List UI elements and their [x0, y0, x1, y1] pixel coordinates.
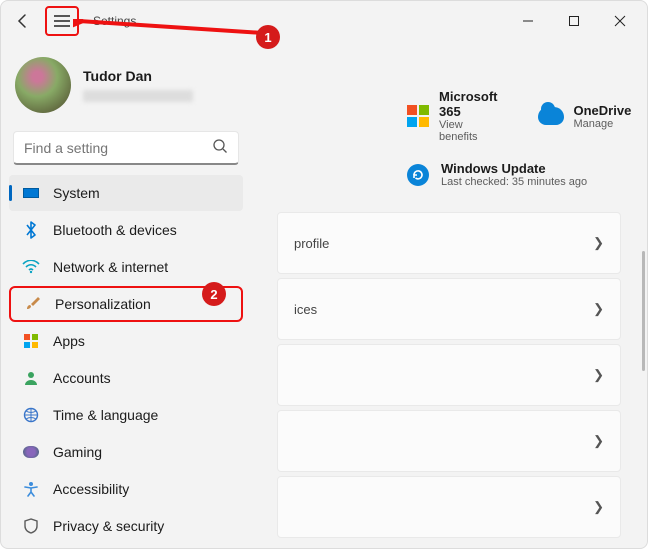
sidebar-item-system[interactable]: System [9, 175, 243, 211]
card-label: profile [294, 236, 329, 251]
sidebar-item-personalization[interactable]: Personalization [9, 286, 243, 322]
close-icon [614, 15, 626, 27]
sidebar-item-bluetooth[interactable]: Bluetooth & devices [9, 212, 243, 248]
close-button[interactable] [597, 5, 643, 37]
minimize-icon [522, 15, 534, 27]
onedrive-icon [538, 103, 564, 129]
tile-title: Windows Update [441, 161, 587, 176]
bluetooth-icon [21, 220, 41, 240]
tile-title: OneDrive [574, 103, 632, 118]
sidebar-item-gaming[interactable]: Gaming [9, 434, 243, 470]
arrow-left-icon [15, 13, 31, 29]
sidebar-item-label: Gaming [53, 444, 102, 460]
window-title: Settings [93, 14, 136, 28]
settings-card[interactable]: ❯ [277, 344, 621, 406]
sidebar-item-label: System [53, 185, 100, 201]
tile-onedrive[interactable]: OneDrive Manage [538, 89, 632, 143]
tile-subtitle: Manage [574, 118, 632, 130]
profile-name: Tudor Dan [83, 68, 193, 84]
settings-cards: profile ❯ ices ❯ ❯ ❯ [277, 212, 621, 538]
maximize-button[interactable] [551, 5, 597, 37]
nav-menu-button[interactable] [45, 6, 79, 36]
profile-email [83, 90, 193, 102]
card-label: ices [294, 302, 317, 317]
main-panel: Microsoft 365 View benefits OneDrive Man… [251, 41, 647, 548]
scrollbar[interactable] [642, 251, 645, 371]
sidebar-item-label: Apps [53, 333, 85, 349]
tile-subtitle: View benefits [439, 119, 502, 143]
search-input[interactable] [24, 140, 212, 156]
content: Tudor Dan System Bluetooth & devices [1, 41, 647, 548]
search-icon [212, 138, 228, 157]
person-icon [21, 368, 41, 388]
globe-icon [21, 405, 41, 425]
tile-windows-update[interactable]: Windows Update Last checked: 35 minutes … [407, 161, 621, 188]
apps-icon [21, 331, 41, 351]
gaming-icon [21, 442, 41, 462]
profile-info: Tudor Dan [83, 68, 193, 102]
maximize-icon [568, 15, 580, 27]
shield-icon [21, 516, 41, 536]
wifi-icon [21, 257, 41, 277]
sidebar-item-label: Privacy & security [53, 518, 164, 534]
chevron-right-icon: ❯ [593, 367, 604, 383]
sidebar-item-label: Personalization [55, 296, 151, 312]
settings-card[interactable]: ❯ [277, 476, 621, 538]
profile[interactable]: Tudor Dan [7, 45, 245, 129]
sidebar: Tudor Dan System Bluetooth & devices [1, 41, 251, 548]
sidebar-item-label: Network & internet [53, 259, 168, 275]
back-button[interactable] [5, 3, 41, 39]
sidebar-item-time[interactable]: Time & language [9, 397, 243, 433]
sidebar-item-label: Accessibility [53, 481, 129, 497]
chevron-right-icon: ❯ [593, 235, 604, 251]
minimize-button[interactable] [505, 5, 551, 37]
sidebar-item-label: Bluetooth & devices [53, 222, 177, 238]
top-tiles: Microsoft 365 View benefits OneDrive Man… [407, 89, 621, 143]
sidebar-item-accounts[interactable]: Accounts [9, 360, 243, 396]
search-box[interactable] [13, 131, 239, 165]
brush-icon [23, 294, 43, 314]
sidebar-item-accessibility[interactable]: Accessibility [9, 471, 243, 507]
avatar [15, 57, 71, 113]
microsoft-365-icon [407, 103, 429, 129]
chevron-right-icon: ❯ [593, 301, 604, 317]
system-icon [21, 183, 41, 203]
sidebar-item-label: Accounts [53, 370, 111, 386]
accessibility-icon [21, 479, 41, 499]
chevron-right-icon: ❯ [593, 499, 604, 515]
tile-microsoft365[interactable]: Microsoft 365 View benefits [407, 89, 502, 143]
sidebar-item-label: Time & language [53, 407, 158, 423]
windows-update-icon [407, 164, 429, 186]
hamburger-icon [54, 15, 70, 27]
sidebar-item-windows-update[interactable]: Windows Update [9, 545, 243, 548]
settings-card[interactable]: ❯ [277, 410, 621, 472]
tile-subtitle: Last checked: 35 minutes ago [441, 176, 587, 188]
settings-card[interactable]: ices ❯ [277, 278, 621, 340]
sidebar-item-privacy[interactable]: Privacy & security [9, 508, 243, 544]
sidebar-item-network[interactable]: Network & internet [9, 249, 243, 285]
sidebar-item-apps[interactable]: Apps [9, 323, 243, 359]
chevron-right-icon: ❯ [593, 433, 604, 449]
settings-card[interactable]: profile ❯ [277, 212, 621, 274]
tile-title: Microsoft 365 [439, 89, 502, 119]
settings-window: Settings Tudor Dan [0, 0, 648, 549]
titlebar: Settings [1, 1, 647, 41]
